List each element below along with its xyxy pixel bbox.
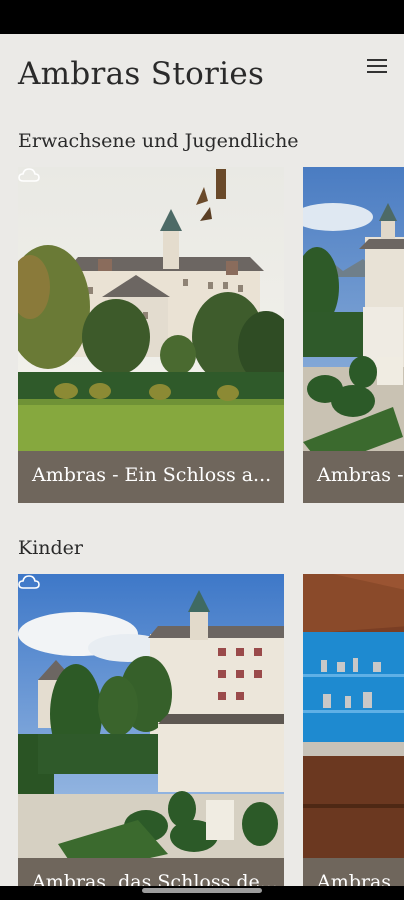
section-title-children: Kinder — [18, 537, 83, 559]
cloud-download-icon — [18, 575, 40, 589]
card-caption: Ambras, das Schloss de... — [18, 858, 284, 886]
story-card[interactable]: Ambras — [303, 574, 404, 886]
card-title: Ambras, das Schloss de... — [32, 871, 278, 886]
app-title: Ambras Stories — [18, 56, 265, 92]
hamburger-menu-icon[interactable] — [362, 56, 392, 78]
card-title: Ambras - Ein Schloss a... — [32, 464, 272, 486]
story-card[interactable]: Ambras, das Schloss de... — [18, 574, 284, 886]
story-card[interactable]: Ambras - Ein Schloss a... — [18, 167, 284, 503]
card-title: Ambras — [317, 871, 392, 886]
status-bar — [0, 0, 404, 34]
app-screen: Ambras Stories Erwachsene und Jugendlich… — [0, 34, 404, 886]
story-card[interactable]: Ambras - — [303, 167, 404, 503]
card-caption: Ambras - Ein Schloss a... — [18, 451, 284, 503]
card-title: Ambras - — [317, 464, 404, 486]
card-caption: Ambras - — [303, 451, 404, 503]
section-title-adults: Erwachsene und Jugendliche — [18, 130, 299, 152]
cloud-download-icon — [18, 168, 40, 182]
castle-photo — [18, 574, 284, 886]
museum-photo — [303, 574, 404, 886]
card-caption: Ambras — [303, 858, 404, 886]
home-gesture-handle[interactable] — [142, 888, 262, 893]
